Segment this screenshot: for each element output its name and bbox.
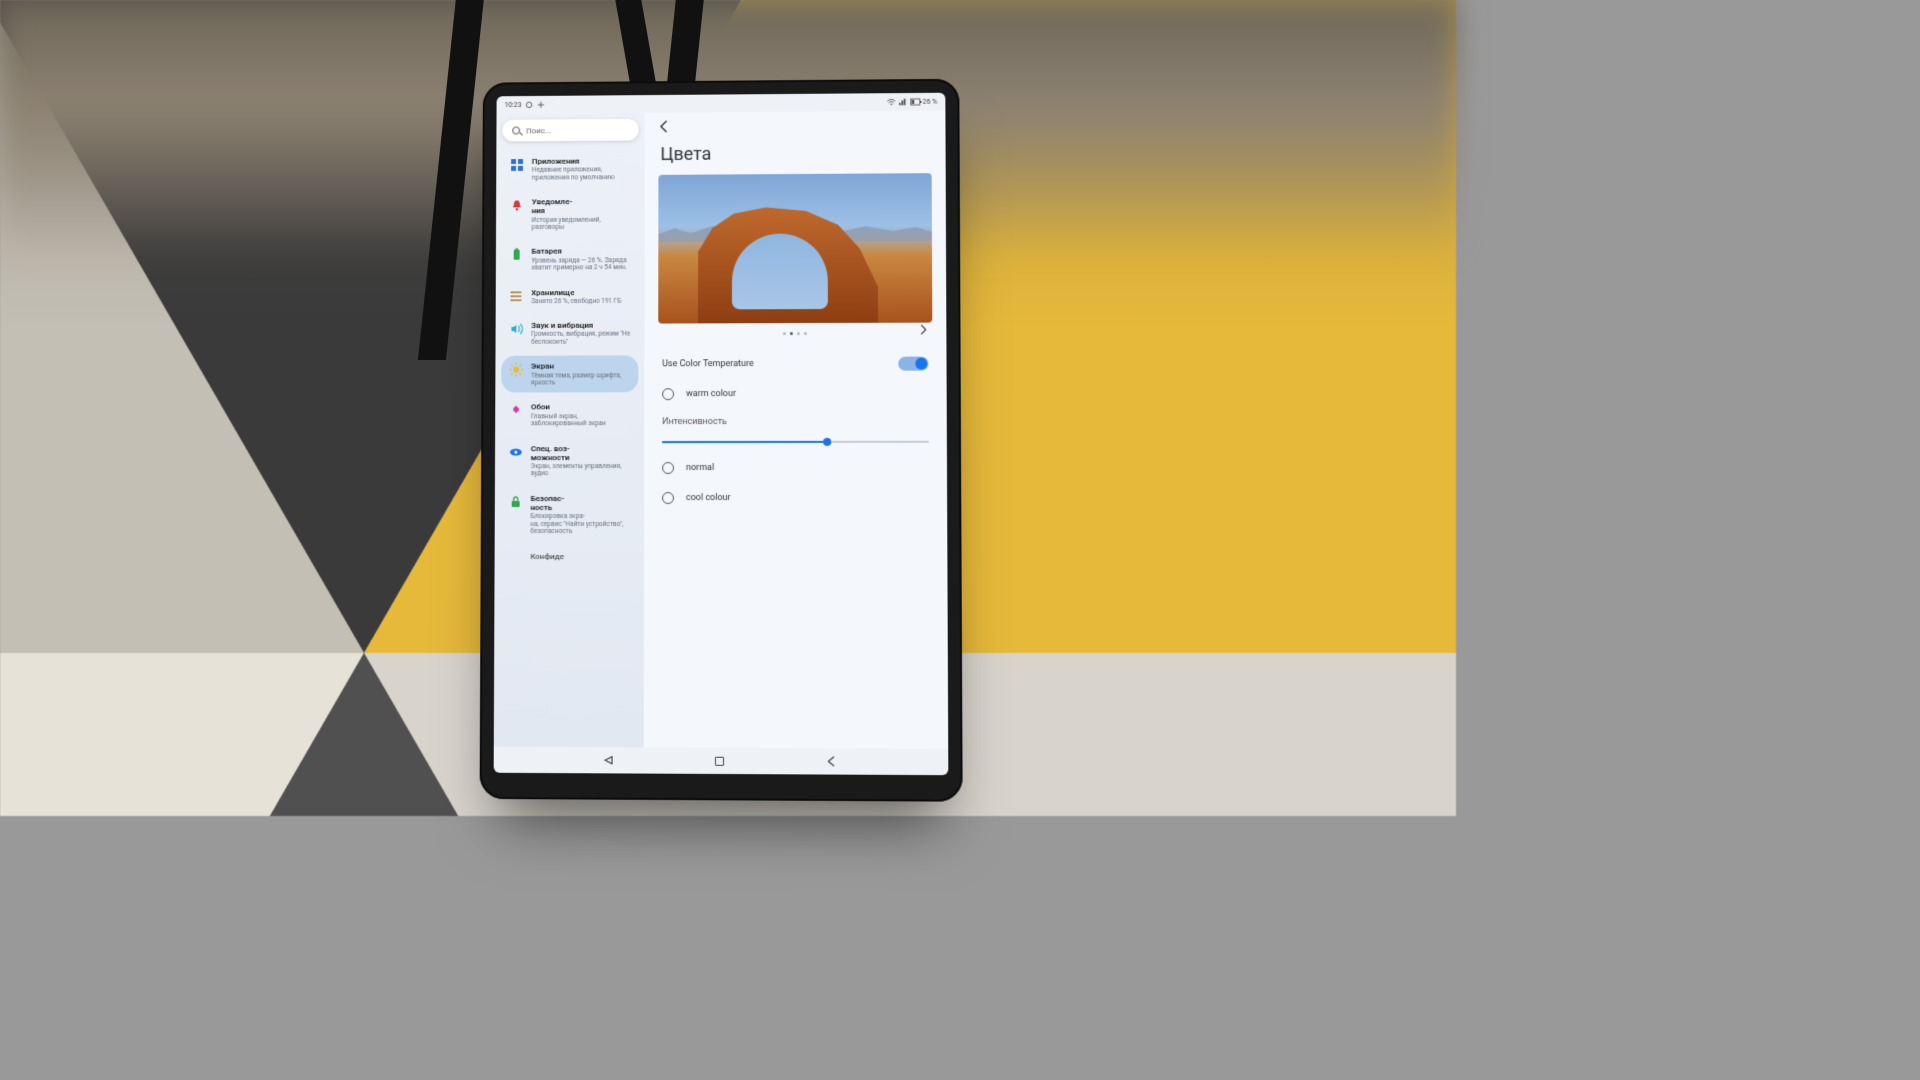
wallpaper-icon bbox=[509, 404, 523, 418]
sidebar-item-battery[interactable]: Батарея Уровень заряда — 26 %. Заряда хв… bbox=[502, 241, 639, 278]
lock-icon bbox=[509, 495, 523, 509]
radio-label: normal bbox=[686, 463, 714, 473]
sidebar-item-label: Хранилище bbox=[531, 287, 630, 297]
sidebar-item-label: Спец. воз- можности bbox=[531, 444, 630, 462]
nav-home-button[interactable] bbox=[713, 754, 727, 768]
sidebar-item-label: Обои bbox=[531, 403, 630, 412]
status-time: 10:23 bbox=[504, 101, 521, 109]
sidebar-item-display[interactable]: Экран Тёмная тема, размер шрифта, яркост… bbox=[501, 356, 638, 393]
radio-warm-colour[interactable]: warm colour bbox=[662, 379, 928, 410]
sidebar-item-sub: Главный экран, заблокированный экран bbox=[531, 413, 630, 428]
intensity-slider[interactable] bbox=[662, 435, 929, 449]
image-pager bbox=[644, 323, 946, 344]
sidebar-item-label: Экран bbox=[531, 362, 630, 371]
apps-icon bbox=[510, 158, 524, 172]
sidebar-item-label: Батарея bbox=[531, 247, 630, 257]
back-button[interactable] bbox=[655, 117, 675, 137]
brightness-icon bbox=[509, 363, 523, 377]
use-color-temp-label: Use Color Temperature bbox=[662, 359, 754, 369]
radio-cool-colour[interactable]: cool colour bbox=[662, 483, 929, 513]
battery-icon bbox=[510, 248, 524, 262]
radio-normal[interactable]: normal bbox=[662, 453, 929, 483]
nav-back-button[interactable] bbox=[824, 754, 838, 768]
search-input[interactable]: Поис... bbox=[502, 119, 638, 142]
settings-status-icon bbox=[526, 101, 534, 109]
color-preview-image bbox=[658, 173, 932, 323]
sidebar-item-sub: Тёмная тема, размер шрифта, яркость bbox=[531, 372, 630, 387]
sidebar-item-label: Безопас- ность bbox=[531, 494, 631, 512]
next-image-button[interactable] bbox=[918, 325, 928, 335]
sidebar-item-sub: Занято 26 %, свободно 191 ГБ bbox=[531, 298, 630, 306]
search-icon bbox=[512, 127, 520, 135]
sidebar-item-apps[interactable]: Приложения Недавние приложения, приложен… bbox=[502, 150, 639, 187]
eye-icon bbox=[509, 445, 523, 459]
radio-label: warm colour bbox=[686, 389, 736, 399]
sidebar-item-notifications[interactable]: Уведомле- ния История уведомлений, разго… bbox=[502, 191, 639, 238]
system-nav-bar bbox=[494, 747, 949, 776]
signal-icon bbox=[899, 98, 907, 106]
settings-sidebar: Поис... Приложения Недавние приложения, … bbox=[494, 113, 645, 747]
intensity-label: Интенсивность bbox=[662, 409, 929, 427]
status-battery-text: 26 % bbox=[923, 98, 938, 106]
battery-icon bbox=[911, 98, 919, 106]
privacy-icon bbox=[508, 553, 522, 567]
radio-label: cool colour bbox=[686, 493, 731, 503]
volume-icon bbox=[509, 322, 523, 336]
sidebar-item-sub: Экран, элементы управления, аудио bbox=[531, 463, 631, 478]
sidebar-item-storage[interactable]: Хранилище Занято 26 %, свободно 191 ГБ bbox=[502, 281, 639, 311]
sidebar-item-sound[interactable]: Звук и вибрация Громкость, вибрация, реж… bbox=[501, 315, 638, 352]
sidebar-item-accessibility[interactable]: Спец. воз- можности Экран, элементы упра… bbox=[501, 438, 638, 484]
wifi-icon bbox=[887, 98, 895, 106]
sidebar-item-label: Уведомле- ния bbox=[532, 197, 631, 216]
sidebar-item-sub: История уведомлений, разговоры bbox=[532, 216, 631, 231]
detail-pane: Цвета Use Color Temperature bbox=[644, 111, 949, 749]
sidebar-item-label: Приложения bbox=[532, 156, 631, 166]
sidebar-item-privacy[interactable]: Конфиде bbox=[500, 546, 638, 573]
sidebar-item-label: Конфиде bbox=[530, 552, 630, 561]
unknown-status-icon bbox=[537, 101, 545, 109]
use-color-temp-toggle[interactable] bbox=[898, 357, 928, 371]
page-title: Цвета bbox=[645, 138, 946, 175]
radio-icon bbox=[662, 462, 674, 474]
sidebar-item-wallpaper[interactable]: Обои Главный экран, заблокированный экра… bbox=[501, 397, 638, 434]
sidebar-item-sub: Уровень заряда — 26 %. Заряда хватит при… bbox=[531, 257, 630, 272]
sidebar-item-label: Звук и вибрация bbox=[531, 321, 630, 330]
nav-recents-button[interactable] bbox=[602, 753, 616, 767]
radio-icon bbox=[662, 388, 674, 400]
tablet-device: 10:23 26 % bbox=[480, 79, 963, 802]
sidebar-item-sub: Блокировка экра- на, сервис "Найти устро… bbox=[530, 513, 630, 535]
search-placeholder: Поис... bbox=[526, 126, 551, 135]
sidebar-item-security[interactable]: Безопас- ность Блокировка экра- на, серв… bbox=[501, 488, 638, 542]
storage-icon bbox=[510, 289, 524, 303]
sidebar-item-sub: Громкость, вибрация, режим "Не беспокоит… bbox=[531, 331, 630, 346]
screen: 10:23 26 % bbox=[494, 93, 949, 775]
sidebar-item-sub: Недавние приложения, приложения по умолч… bbox=[532, 166, 631, 181]
bell-icon bbox=[510, 199, 524, 213]
radio-icon bbox=[662, 492, 674, 504]
